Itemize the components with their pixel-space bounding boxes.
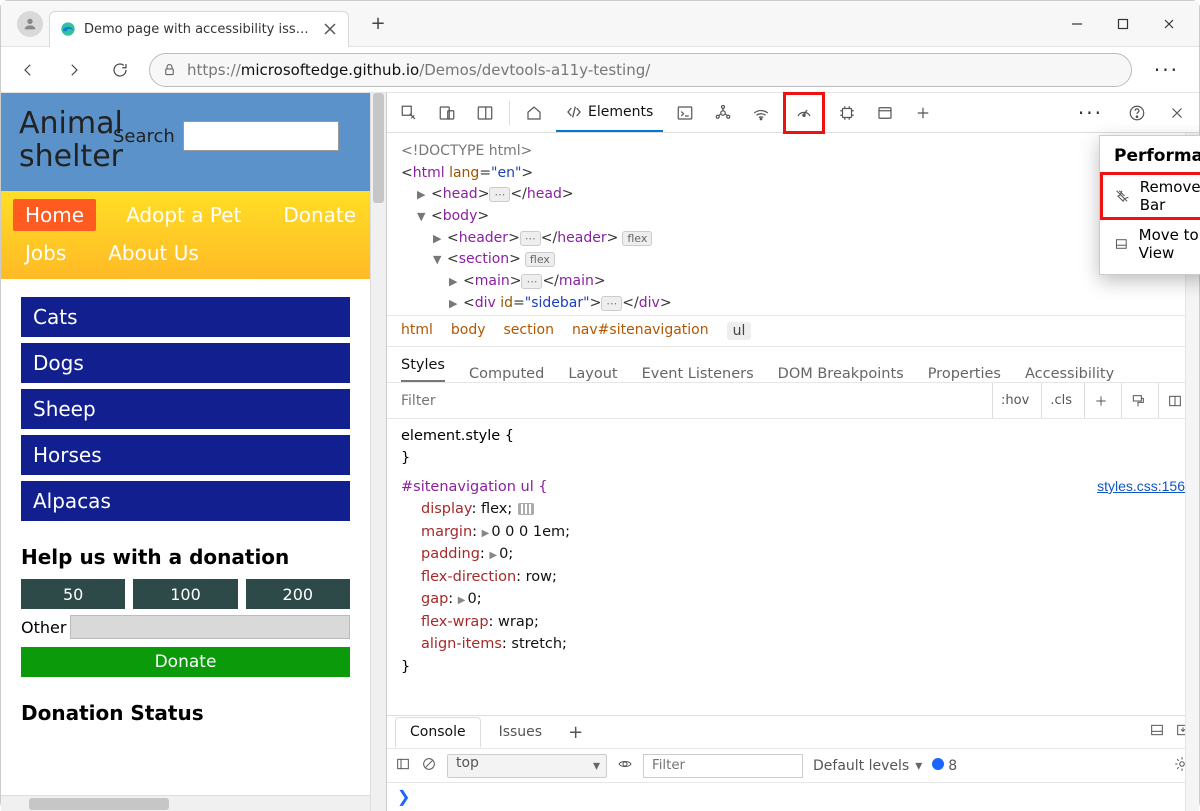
nav-home[interactable]: Home xyxy=(13,199,96,231)
browser-menu-button[interactable]: ··· xyxy=(1144,58,1189,82)
performance-icon[interactable] xyxy=(788,97,820,129)
minimize-button[interactable] xyxy=(1055,8,1099,40)
amount-100[interactable]: 100 xyxy=(133,579,237,609)
styles-filter-row: :hov .cls xyxy=(387,383,1199,419)
page-viewport: Animalshelter Search Home Adopt a Pet Do… xyxy=(1,93,386,811)
styles-body[interactable]: element.style { } styles.css:156#sitenav… xyxy=(387,419,1199,715)
context-menu: Performance Remove from Activity Bar Mov… xyxy=(1099,135,1200,275)
console-filter-input[interactable] xyxy=(643,754,803,778)
other-input[interactable] xyxy=(70,615,350,639)
nav-adopt[interactable]: Adopt a Pet xyxy=(114,199,253,231)
browser-toolbar: https://microsoftedge.github.io/Demos/de… xyxy=(1,47,1199,93)
application-icon[interactable] xyxy=(869,97,901,129)
site-nav: Home Adopt a Pet Donate Jobs About Us xyxy=(1,191,370,279)
page-vertical-scrollbar[interactable] xyxy=(370,93,386,811)
source-link[interactable]: styles.css:156 xyxy=(1097,476,1185,498)
clear-console-icon[interactable] xyxy=(421,756,437,776)
console-prompt[interactable]: ❯ xyxy=(387,783,1199,811)
forward-button[interactable] xyxy=(57,53,91,87)
devtools-panel: Elements ··· Performance Remove from Act… xyxy=(386,93,1199,811)
drawer-issues-tab[interactable]: Issues xyxy=(485,718,557,746)
new-tab-button[interactable]: + xyxy=(363,9,393,39)
close-window-button[interactable] xyxy=(1147,8,1191,40)
drawer-add-tab[interactable]: + xyxy=(560,722,591,743)
memory-icon[interactable] xyxy=(831,97,863,129)
browser-tab[interactable]: Demo page with accessibility issues xyxy=(49,11,349,47)
cat-alpacas[interactable]: Alpacas xyxy=(21,481,350,521)
sidebar-toggle-icon[interactable] xyxy=(395,756,411,776)
new-rule-button[interactable] xyxy=(1084,383,1117,418)
profile-avatar[interactable] xyxy=(17,11,43,37)
breadcrumbs[interactable]: html body section nav#sitenavigation ul xyxy=(387,315,1199,347)
inspect-icon[interactable] xyxy=(393,97,425,129)
search-input[interactable] xyxy=(183,121,339,151)
nav-about[interactable]: About Us xyxy=(96,237,211,269)
status-heading: Donation Status xyxy=(21,701,350,725)
site-header: Animalshelter Search xyxy=(1,93,370,191)
drawer-tabs: Console Issues + xyxy=(387,715,1199,749)
devtools-menu-button[interactable]: ··· xyxy=(1068,101,1113,125)
elements-tab[interactable]: Elements xyxy=(556,93,663,132)
drawer-console-tab[interactable]: Console xyxy=(395,717,481,748)
dom-tree[interactable]: <!DOCTYPE html> <html lang="en"> ▶<head>… xyxy=(387,133,1199,315)
context-menu-move[interactable]: Move to bottom Quick View xyxy=(1100,220,1200,268)
paint-icon[interactable] xyxy=(1121,383,1154,418)
other-label: Other xyxy=(21,618,66,637)
amount-50[interactable]: 50 xyxy=(21,579,125,609)
cat-sheep[interactable]: Sheep xyxy=(21,389,350,429)
code-icon xyxy=(566,104,582,120)
styles-tabs[interactable]: Styles Computed Layout Event Listeners D… xyxy=(387,347,1199,383)
nav-jobs[interactable]: Jobs xyxy=(13,237,78,269)
nav-donate[interactable]: Donate xyxy=(271,199,368,231)
amount-200[interactable]: 200 xyxy=(246,579,350,609)
url-text: https://microsoftedge.github.io/Demos/de… xyxy=(187,61,650,79)
tab-title: Demo page with accessibility issues xyxy=(84,22,314,37)
console-icon[interactable] xyxy=(669,97,701,129)
edge-icon xyxy=(60,21,76,37)
context-menu-remove[interactable]: Remove from Activity Bar xyxy=(1100,172,1200,220)
cat-horses[interactable]: Horses xyxy=(21,435,350,475)
network-icon[interactable] xyxy=(745,97,777,129)
issues-badge[interactable]: 8 xyxy=(932,758,957,774)
styles-filter-input[interactable] xyxy=(387,393,992,409)
device-icon[interactable] xyxy=(431,97,463,129)
devtools-toolbar: Elements ··· xyxy=(387,93,1199,133)
levels-select[interactable]: Default levels xyxy=(813,758,922,774)
close-icon[interactable] xyxy=(322,21,338,37)
search-label: Search xyxy=(113,126,175,147)
hov-toggle[interactable]: :hov xyxy=(992,383,1037,418)
cls-toggle[interactable]: .cls xyxy=(1041,383,1080,418)
refresh-button[interactable] xyxy=(103,53,137,87)
maximize-button[interactable] xyxy=(1101,8,1145,40)
back-button[interactable] xyxy=(11,53,45,87)
cat-dogs[interactable]: Dogs xyxy=(21,343,350,383)
context-menu-title: Performance xyxy=(1100,144,1200,172)
page-horizontal-scrollbar[interactable] xyxy=(1,795,370,811)
panel-bottom-icon xyxy=(1114,236,1129,252)
address-bar[interactable]: https://microsoftedge.github.io/Demos/de… xyxy=(149,53,1132,87)
unpin-icon xyxy=(1114,188,1130,204)
sources-icon[interactable] xyxy=(707,97,739,129)
close-devtools-button[interactable] xyxy=(1161,97,1193,129)
cat-cats[interactable]: Cats xyxy=(21,297,350,337)
performance-icon-highlight xyxy=(783,92,825,134)
titlebar: Demo page with accessibility issues + xyxy=(1,1,1199,47)
dock-icon[interactable] xyxy=(469,97,501,129)
more-tools-icon[interactable] xyxy=(907,97,939,129)
donate-heading: Help us with a donation xyxy=(21,545,350,569)
donate-button[interactable]: Donate xyxy=(21,647,350,677)
context-select[interactable]: top xyxy=(447,754,607,778)
help-icon[interactable] xyxy=(1121,97,1153,129)
drawer-expand-icon[interactable] xyxy=(1149,722,1165,742)
welcome-icon[interactable] xyxy=(518,97,550,129)
lock-icon xyxy=(162,62,177,77)
live-expression-icon[interactable] xyxy=(617,756,633,776)
console-filter-row: top Default levels 8 xyxy=(387,749,1199,783)
